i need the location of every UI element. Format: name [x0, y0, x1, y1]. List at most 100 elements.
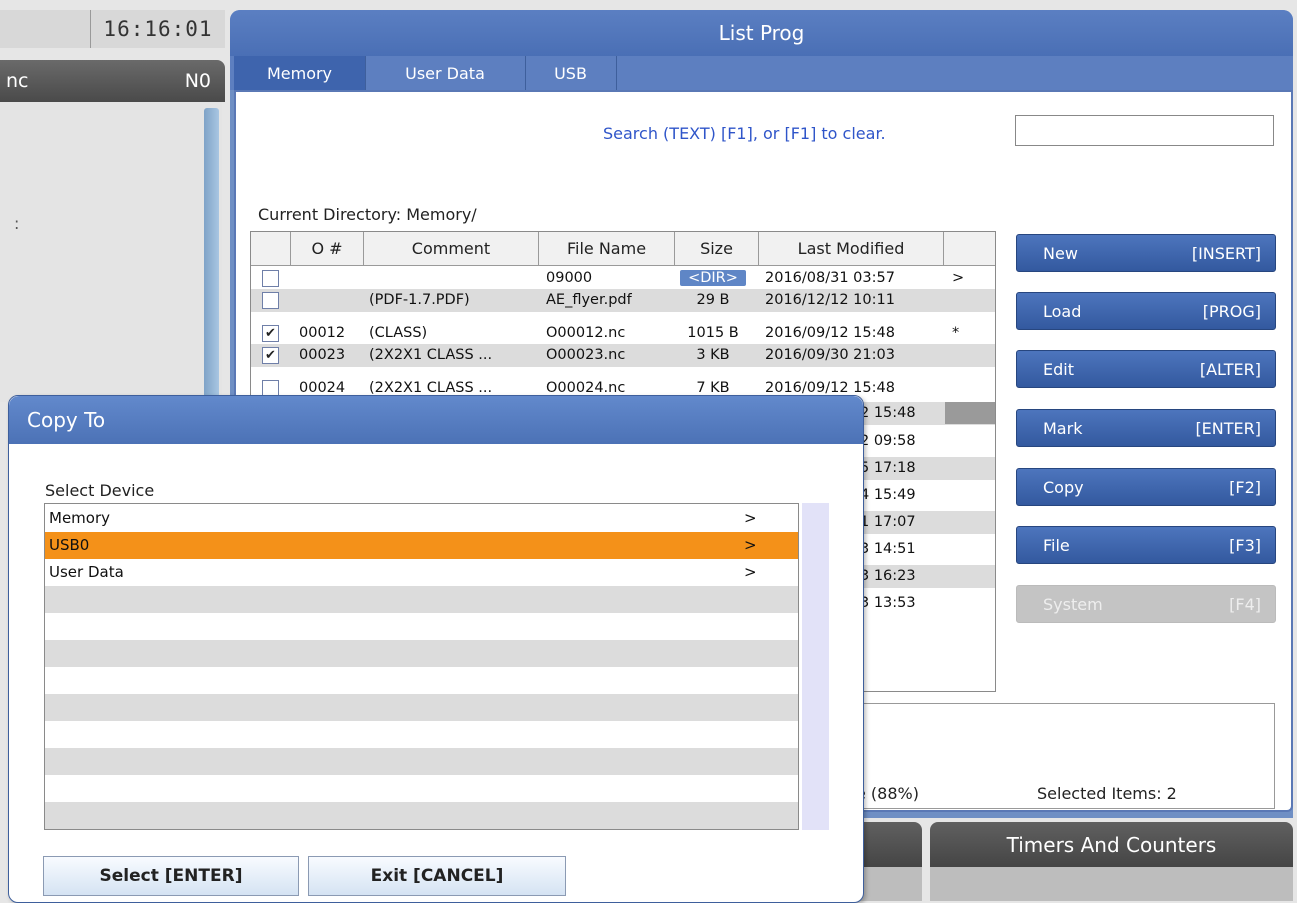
row-size: 29 B: [696, 292, 730, 308]
system-button-label: System: [1043, 594, 1103, 614]
column-header-size[interactable]: Size: [675, 232, 759, 266]
tab-usb[interactable]: USB: [525, 56, 617, 90]
row-file-name: O00012.nc: [546, 325, 626, 341]
column-header-flag: [944, 232, 995, 266]
row-file-name: AE_flyer.pdf: [546, 292, 632, 308]
mark-button-key: [ENTER]: [1195, 418, 1261, 438]
device-empty-row: [45, 640, 798, 667]
device-item-memory[interactable]: Memory >: [45, 505, 798, 532]
copy-to-dialog-title: Copy To: [9, 396, 863, 444]
left-panel-header-value: N0: [184, 70, 211, 92]
device-empty-row: [45, 748, 798, 775]
row-modified-partial: 2 09:58: [860, 433, 916, 449]
table-row-partial[interactable]: 3 14:51: [860, 538, 995, 561]
file-button-label: File: [1043, 535, 1070, 555]
system-button[interactable]: System [F4]: [1016, 585, 1276, 623]
row-modified-partial: 2 15:48: [860, 405, 916, 421]
row-modified: 2016/08/31 03:57: [765, 270, 895, 286]
table-row-partial[interactable]: 4 15:49: [860, 484, 995, 507]
table-row-partial[interactable]: 2 09:58: [860, 430, 995, 453]
selected-items-count: Selected Items: 2: [1037, 784, 1177, 803]
chevron-right-icon: >: [744, 563, 757, 581]
row-modified: 2016/12/12 10:11: [765, 292, 895, 308]
device-empty-row: [45, 694, 798, 721]
clock-display: 16:16:01: [90, 10, 225, 48]
bottom-panel-strip: [930, 867, 1293, 901]
table-row-partial[interactable]: 3 13:53: [860, 592, 995, 615]
device-empty-row: [45, 775, 798, 802]
mark-button-label: Mark: [1043, 418, 1083, 438]
left-panel-text: :: [14, 214, 20, 233]
device-name: User Data: [49, 563, 124, 581]
row-checkbox[interactable]: [262, 270, 279, 287]
new-button[interactable]: New [INSERT]: [1016, 234, 1276, 272]
device-list-scrollbar[interactable]: [802, 503, 829, 830]
table-row-partial[interactable]: 5 17:18: [860, 457, 995, 480]
row-comment: (CLASS): [369, 325, 428, 341]
device-empty-row: [45, 802, 798, 829]
left-panel-header-label: nc: [6, 70, 29, 92]
column-header-last-modified[interactable]: Last Modified: [759, 232, 944, 266]
row-size: 1015 B: [687, 325, 739, 341]
search-input[interactable]: [1015, 115, 1274, 146]
edit-button[interactable]: Edit [ALTER]: [1016, 350, 1276, 388]
row-comment: (PDF-1.7.PDF): [369, 292, 470, 308]
load-button-key: [PROG]: [1202, 301, 1261, 321]
table-row-partial[interactable]: 1 17:07: [860, 511, 995, 534]
row-modified-partial: 3 13:53: [860, 595, 916, 611]
table-row-partial[interactable]: 2 15:48: [860, 402, 995, 425]
row-onum: 00023: [299, 347, 346, 363]
row-file-name: 09000: [546, 270, 593, 286]
device-empty-row: [45, 667, 798, 694]
current-directory: Current Directory: Memory/: [258, 205, 477, 224]
table-row-partial[interactable]: 3 16:23: [860, 565, 995, 588]
column-header-onum[interactable]: O #: [291, 232, 364, 266]
memory-usage-text: e (88%): [856, 784, 919, 803]
row-modified-partial: 1 17:07: [860, 514, 916, 530]
select-button[interactable]: Select [ENTER]: [43, 856, 299, 896]
table-row[interactable]: ✔ 00023 (2X2X1 CLASS ... O00023.nc 3 KB …: [251, 344, 995, 367]
table-row[interactable]: ✔ 00012 (CLASS) O00012.nc 1015 B 2016/09…: [251, 322, 995, 345]
row-flag: *: [952, 325, 960, 341]
tab-memory[interactable]: Memory: [234, 56, 366, 90]
device-item-usb0[interactable]: USB0 >: [45, 532, 798, 559]
row-modified-partial: 5 17:18: [860, 460, 916, 476]
device-empty-row: [45, 613, 798, 640]
row-size: <DIR>: [680, 270, 746, 286]
left-status-area: [0, 10, 90, 48]
column-header-comment[interactable]: Comment: [364, 232, 539, 266]
row-size: 3 KB: [696, 347, 730, 363]
tab-timers-and-counters[interactable]: Timers And Counters: [930, 822, 1293, 867]
table-row[interactable]: (PDF-1.7.PDF) AE_flyer.pdf 29 B 2016/12/…: [251, 289, 995, 312]
file-button[interactable]: File [F3]: [1016, 526, 1276, 564]
left-panel-header: nc N0: [0, 60, 225, 102]
device-name: USB0: [49, 536, 90, 554]
row-flag: >: [952, 270, 965, 286]
row-flag-highlight: [945, 402, 995, 424]
exit-button[interactable]: Exit [CANCEL]: [308, 856, 566, 896]
left-panel-body: [0, 102, 222, 402]
row-modified: 2016/09/30 21:03: [765, 347, 895, 363]
device-empty-row: [45, 586, 798, 613]
row-checkbox-checked[interactable]: ✔: [262, 325, 279, 342]
row-onum: 00012: [299, 325, 346, 341]
device-item-user-data[interactable]: User Data >: [45, 559, 798, 586]
load-button-label: Load: [1043, 301, 1082, 321]
device-empty-row: [45, 721, 798, 748]
file-button-key: [F3]: [1229, 535, 1261, 555]
edit-button-label: Edit: [1043, 359, 1074, 379]
device-name: Memory: [49, 509, 111, 527]
mark-button[interactable]: Mark [ENTER]: [1016, 409, 1276, 447]
select-device-label: Select Device: [45, 481, 155, 500]
list-prog-title: List Prog: [230, 10, 1293, 56]
load-button[interactable]: Load [PROG]: [1016, 292, 1276, 330]
tab-user-data[interactable]: User Data: [365, 56, 526, 90]
table-row[interactable]: 09000 <DIR> 2016/08/31 03:57 >: [251, 267, 995, 290]
new-button-label: New: [1043, 243, 1078, 263]
row-modified-partial: 3 16:23: [860, 568, 916, 584]
row-checkbox[interactable]: [262, 292, 279, 309]
row-checkbox-checked[interactable]: ✔: [262, 347, 279, 364]
left-panel-scrollbar[interactable]: [204, 108, 219, 400]
column-header-file-name[interactable]: File Name: [539, 232, 675, 266]
copy-button[interactable]: Copy [F2]: [1016, 468, 1276, 506]
